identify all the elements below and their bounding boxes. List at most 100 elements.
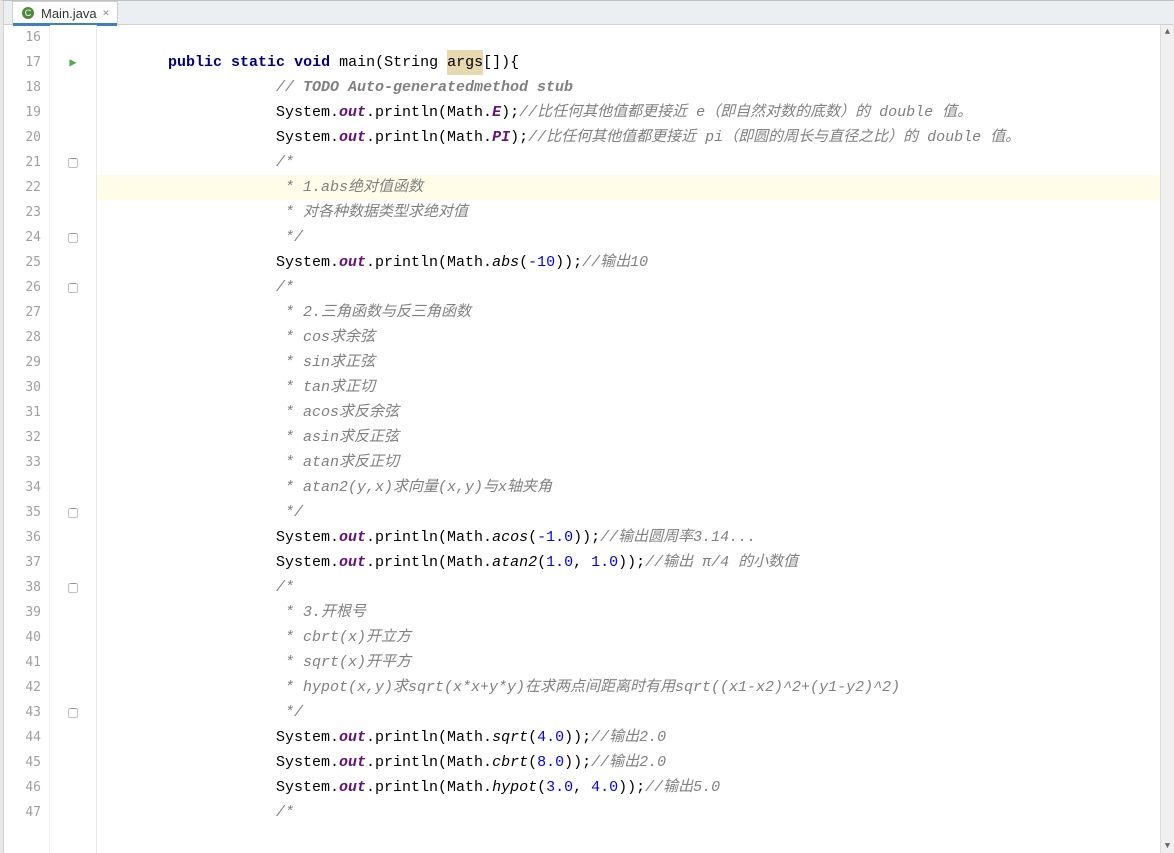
fold-toggle-icon[interactable] (68, 158, 78, 168)
code-line[interactable] (96, 25, 1160, 50)
code-line[interactable]: System.out.println(Math.sqrt(4.0));//输出2… (96, 725, 1160, 750)
fold-toggle-icon[interactable] (68, 508, 78, 518)
code-line[interactable]: System.out.println(Math.cbrt(8.0));//输出2… (96, 750, 1160, 775)
code-line[interactable]: /* (96, 275, 1160, 300)
static-field: out (339, 100, 366, 125)
number: 3.0 (546, 775, 573, 800)
line-number[interactable]: 22 (4, 175, 41, 200)
line-number[interactable]: 18 (4, 75, 41, 100)
code-text: .println(Math. (366, 550, 492, 575)
code-text: System. (276, 775, 339, 800)
line-number[interactable]: 28 (4, 325, 41, 350)
run-icon[interactable]: ▶ (69, 55, 76, 70)
number: 4.0 (591, 775, 618, 800)
code-line[interactable]: * sin求正弦 (96, 350, 1160, 375)
vertical-scrollbar[interactable]: ▲ ▼ (1160, 25, 1174, 853)
static-field: out (339, 250, 366, 275)
line-number[interactable]: 17 (4, 50, 41, 75)
code-text: System. (276, 525, 339, 550)
line-number[interactable]: 26 (4, 275, 41, 300)
comment: * atan2(y,x)求向量(x,y)与x轴夹角 (276, 475, 552, 500)
line-number[interactable]: 21 (4, 150, 41, 175)
code-line[interactable]: * 3.开根号 (96, 600, 1160, 625)
line-number[interactable]: 45 (4, 750, 41, 775)
tab-label: Main.java (41, 6, 97, 21)
line-number[interactable]: 40 (4, 625, 41, 650)
line-number[interactable]: 30 (4, 375, 41, 400)
todo-comment: TODO Auto-generatedmethod stub (303, 75, 573, 100)
comment: * hypot(x,y)求sqrt(x*x+y*y)在求两点间距离时有用sqrt… (276, 675, 900, 700)
line-number[interactable]: 38 (4, 575, 41, 600)
code-line[interactable]: /* (96, 800, 1160, 825)
fold-toggle-icon[interactable] (68, 233, 78, 243)
code-area[interactable]: public static void main(String args[]){ … (96, 25, 1160, 853)
code-line[interactable]: /* (96, 575, 1160, 600)
code-line[interactable]: System.out.println(Math.hypot(3.0, 4.0))… (96, 775, 1160, 800)
code-text: main(String (330, 50, 447, 75)
fold-toggle-icon[interactable] (68, 583, 78, 593)
line-number[interactable]: 29 (4, 350, 41, 375)
code-line[interactable]: /* (96, 150, 1160, 175)
fold-toggle-icon[interactable] (68, 283, 78, 293)
code-line[interactable]: */ (96, 700, 1160, 725)
line-number[interactable]: 41 (4, 650, 41, 675)
code-text: ( (528, 750, 537, 775)
line-number[interactable]: 19 (4, 100, 41, 125)
tab-main-java[interactable]: C Main.java ✕ (12, 1, 118, 24)
line-number[interactable]: 24 (4, 225, 41, 250)
code-line[interactable]: * cbrt(x)开立方 (96, 625, 1160, 650)
code-line[interactable]: * 2.三角函数与反三角函数 (96, 300, 1160, 325)
line-number[interactable]: 31 (4, 400, 41, 425)
code-line[interactable]: */ (96, 225, 1160, 250)
line-number[interactable]: 36 (4, 525, 41, 550)
line-number[interactable]: 47 (4, 800, 41, 825)
line-number[interactable]: 34 (4, 475, 41, 500)
code-line[interactable]: * sqrt(x)开平方 (96, 650, 1160, 675)
line-number[interactable]: 32 (4, 425, 41, 450)
line-number[interactable]: 27 (4, 300, 41, 325)
line-number[interactable]: 39 (4, 600, 41, 625)
code-line[interactable]: * 对各种数据类型求绝对值 (96, 200, 1160, 225)
code-line[interactable]: * cos求余弦 (96, 325, 1160, 350)
java-class-icon: C (21, 6, 35, 20)
gutter-line-numbers: 16 17 18 19 20 21 22 23 24 25 26 27 28 2… (4, 25, 50, 853)
code-text: .println(Math. (366, 250, 492, 275)
line-number[interactable]: 33 (4, 450, 41, 475)
static-field: out (339, 550, 366, 575)
line-number[interactable]: 20 (4, 125, 41, 150)
line-number[interactable]: 16 (4, 25, 41, 50)
code-text: System. (276, 550, 339, 575)
code-line[interactable]: // TODO Auto-generatedmethod stub (96, 75, 1160, 100)
code-line[interactable]: */ (96, 500, 1160, 525)
code-text: .println(Math. (366, 750, 492, 775)
code-line[interactable]: System.out.println(Math.acos(-1.0));//输出… (96, 525, 1160, 550)
fold-toggle-icon[interactable] (68, 708, 78, 718)
line-number[interactable]: 43 (4, 700, 41, 725)
code-line[interactable]: * atan2(y,x)求向量(x,y)与x轴夹角 (96, 475, 1160, 500)
line-number[interactable]: 46 (4, 775, 41, 800)
scroll-down-icon[interactable]: ▼ (1161, 839, 1174, 853)
code-text: , (573, 775, 591, 800)
line-number[interactable]: 44 (4, 725, 41, 750)
line-number[interactable]: 25 (4, 250, 41, 275)
code-line[interactable]: * asin求反正弦 (96, 425, 1160, 450)
code-line[interactable]: * hypot(x,y)求sqrt(x*x+y*y)在求两点间距离时有用sqrt… (96, 675, 1160, 700)
code-line[interactable]: System.out.println(Math.atan2(1.0, 1.0))… (96, 550, 1160, 575)
code-line[interactable]: * acos求反余弦 (96, 400, 1160, 425)
code-line[interactable]: * tan求正切 (96, 375, 1160, 400)
line-number[interactable]: 42 (4, 675, 41, 700)
code-line[interactable]: * atan求反正切 (96, 450, 1160, 475)
line-number[interactable]: 23 (4, 200, 41, 225)
line-number[interactable]: 35 (4, 500, 41, 525)
code-line[interactable]: System.out.println(Math.PI);//比任何其他值都更接近… (96, 125, 1160, 150)
code-line[interactable]: public static void main(String args[]){ (96, 50, 1160, 75)
code-line[interactable]: System.out.println(Math.E);//比任何其他值都更接近 … (96, 100, 1160, 125)
code-line[interactable]: System.out.println(Math.abs(-10));//输出10 (96, 250, 1160, 275)
close-icon[interactable]: ✕ (103, 6, 110, 20)
code-line-highlighted[interactable]: * 1.abs绝对值函数 (96, 175, 1160, 200)
line-number[interactable]: 37 (4, 550, 41, 575)
code-text: ( (537, 550, 546, 575)
static-field: out (339, 750, 366, 775)
comment: */ (276, 225, 303, 250)
scroll-up-icon[interactable]: ▲ (1161, 25, 1174, 39)
